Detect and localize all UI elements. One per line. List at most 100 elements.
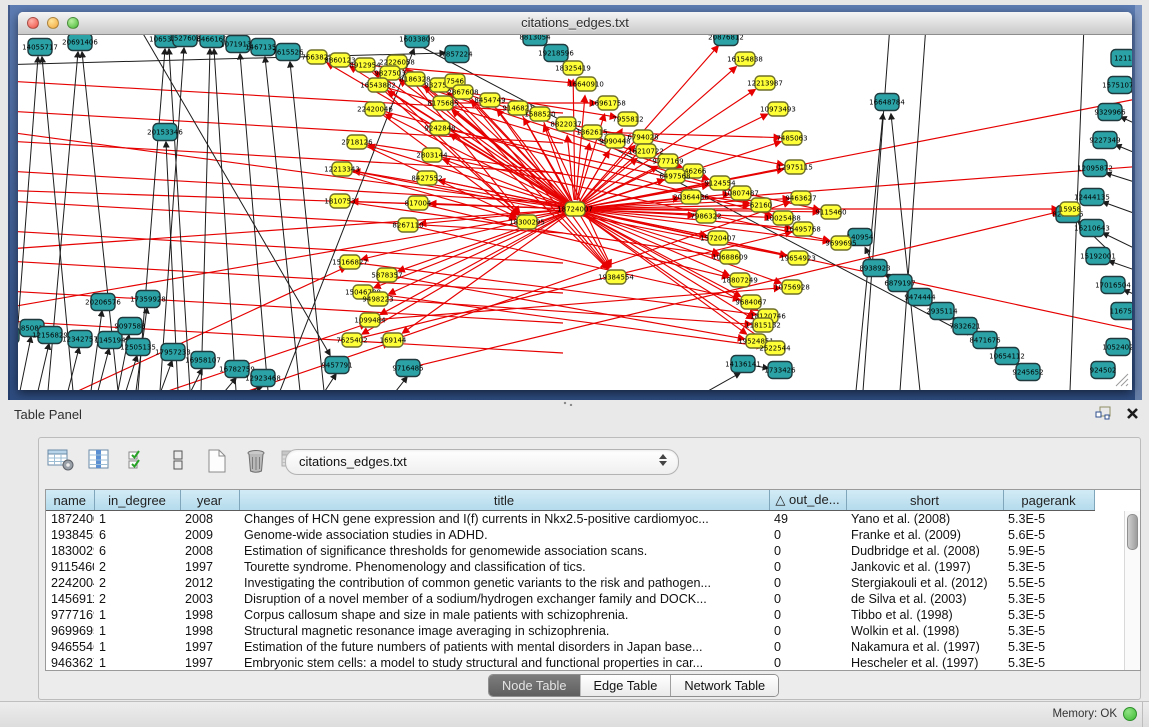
window-titlebar[interactable]: citations_edges.txt: [18, 12, 1132, 35]
table-row[interactable]: 1456911722003Disruption of a novel membe…: [46, 591, 1094, 607]
zoom-button[interactable]: [67, 17, 79, 29]
cell-pagerank[interactable]: 5.3E-5: [1003, 607, 1094, 623]
cell-name[interactable]: 9465546: [46, 639, 94, 655]
cell-pagerank[interactable]: 5.3E-5: [1003, 623, 1094, 639]
citation-edge-black[interactable]: [1116, 145, 1132, 163]
tab-node-table[interactable]: Node Table: [489, 675, 580, 696]
cell-name[interactable]: 9777169: [46, 607, 94, 623]
cell-short[interactable]: de Silva et al. (2003): [846, 591, 1003, 607]
cell-title[interactable]: Estimation of significance thresholds fo…: [239, 543, 769, 559]
column-header-in-degree[interactable]: in_degree: [94, 490, 180, 511]
citation-network-graph[interactable]: 1405571720691406106532871527602646616010…: [18, 35, 1132, 390]
table-viewport[interactable]: name in_degree year title △ out_de... sh…: [45, 489, 1141, 671]
table-vertical-scrollbar[interactable]: [1124, 511, 1140, 670]
select-rows-button[interactable]: [123, 446, 155, 474]
cell-short[interactable]: Wolkin et al. (1998): [846, 623, 1003, 639]
citation-edge-black[interactable]: [396, 377, 407, 390]
cell-short[interactable]: Hescheler et al. (1997): [846, 655, 1003, 671]
scrollbar-thumb[interactable]: [1127, 514, 1138, 550]
tab-edge-table[interactable]: Edge Table: [580, 675, 672, 696]
table-row[interactable]: 2242004622012Investigating the contribut…: [46, 575, 1094, 591]
cell-year[interactable]: 1997: [180, 559, 239, 575]
cell-title[interactable]: Investigating the contribution of common…: [239, 575, 769, 591]
table-row[interactable]: 1938455462009Genome-wide association stu…: [46, 527, 1094, 543]
cell-title[interactable]: Embryonic stem cells: a model to study s…: [239, 655, 769, 671]
cell-name[interactable]: 22420046: [46, 575, 94, 591]
cell-name[interactable]: 9699695: [46, 623, 94, 639]
cell-out_degree[interactable]: 0: [769, 639, 846, 655]
citation-edge-black[interactable]: [1106, 173, 1132, 190]
tab-network-table[interactable]: Network Table: [671, 675, 778, 696]
cell-in_degree[interactable]: 2: [94, 575, 180, 591]
cell-name[interactable]: 14569117: [46, 591, 94, 607]
column-header-year[interactable]: year: [180, 490, 239, 511]
citation-edge-black[interactable]: [225, 378, 236, 390]
cell-title[interactable]: Structural magnetic resonance image aver…: [239, 623, 769, 639]
citation-edge-black[interactable]: [708, 373, 740, 390]
cell-out_degree[interactable]: 49: [769, 511, 846, 528]
cell-title[interactable]: Corpus callosum shape and size in male p…: [239, 607, 769, 623]
cell-in_degree[interactable]: 6: [94, 527, 180, 543]
cell-title[interactable]: Changes of HCN gene expression and I(f) …: [239, 511, 769, 528]
delete-table-button[interactable]: [240, 446, 272, 474]
cell-year[interactable]: 2008: [180, 511, 239, 528]
cell-in_degree[interactable]: 6: [94, 543, 180, 559]
cell-title[interactable]: Tourette syndrome. Phenomenology and cla…: [239, 559, 769, 575]
cell-out_degree[interactable]: 0: [769, 559, 846, 575]
cell-in_degree[interactable]: 1: [94, 623, 180, 639]
cell-name[interactable]: 9463627: [46, 655, 94, 671]
cell-short[interactable]: Nakamura et al. (1997): [846, 639, 1003, 655]
citation-edge-black[interactable]: [98, 349, 109, 390]
cell-pagerank[interactable]: 5.3E-5: [1003, 591, 1094, 607]
cell-year[interactable]: 1998: [180, 607, 239, 623]
table-row[interactable]: 911546021997Tourette syndrome. Phenomeno…: [46, 559, 1094, 575]
memory-ok-indicator[interactable]: [1123, 707, 1137, 721]
cell-year[interactable]: 2012: [180, 575, 239, 591]
cell-year[interactable]: 1998: [180, 623, 239, 639]
cell-in_degree[interactable]: 1: [94, 655, 180, 671]
citation-edge-red[interactable]: [359, 263, 756, 314]
citation-edge-black[interactable]: [325, 374, 336, 390]
citation-edge-black[interactable]: [891, 114, 920, 390]
column-header-short[interactable]: short: [846, 490, 1003, 511]
citation-edge-red[interactable]: [18, 170, 563, 203]
cell-in_degree[interactable]: 2: [94, 559, 180, 575]
cell-name[interactable]: 9115460: [46, 559, 94, 575]
cell-year[interactable]: 2009: [180, 527, 239, 543]
cell-out_degree[interactable]: 0: [769, 527, 846, 543]
column-header-pagerank[interactable]: pagerank: [1003, 490, 1094, 511]
close-panel-icon[interactable]: [1126, 407, 1139, 420]
cell-short[interactable]: Franke et al. (2009): [846, 527, 1003, 543]
column-chooser-button[interactable]: [84, 446, 116, 474]
citation-edge-black[interactable]: [38, 344, 49, 390]
citation-edge-black[interactable]: [18, 57, 38, 390]
citation-edge-black[interactable]: [201, 49, 210, 390]
citation-edge-black[interactable]: [240, 54, 268, 390]
cell-pagerank[interactable]: 5.3E-5: [1003, 559, 1094, 575]
network-canvas[interactable]: 1405571720691406106532871527602646616010…: [18, 35, 1132, 390]
cell-short[interactable]: Dudbridge et al. (2008): [846, 543, 1003, 559]
cell-in_degree[interactable]: 1: [94, 639, 180, 655]
citation-edge-red[interactable]: [573, 80, 575, 200]
table-row[interactable]: 969969511998Structural magnetic resonanc…: [46, 623, 1094, 639]
cell-out_degree[interactable]: 0: [769, 655, 846, 671]
cell-out_degree[interactable]: 0: [769, 575, 846, 591]
cell-short[interactable]: Yano et al. (2008): [846, 511, 1003, 528]
close-button[interactable]: [27, 17, 39, 29]
cell-short[interactable]: Stergiakouli et al. (2012): [846, 575, 1003, 591]
citation-edge-black[interactable]: [91, 311, 102, 390]
citation-edge-black[interactable]: [214, 49, 236, 390]
cell-title[interactable]: Genome-wide association studies in ADHD.: [239, 527, 769, 543]
cell-pagerank[interactable]: 5.3E-5: [1003, 655, 1094, 671]
cell-year[interactable]: 2008: [180, 543, 239, 559]
minimize-button[interactable]: [47, 17, 59, 29]
citation-edge-black[interactable]: [1121, 117, 1132, 135]
graph-node[interactable]: [18, 327, 19, 344]
float-panel-icon[interactable]: [1095, 406, 1112, 421]
cell-in_degree[interactable]: 1: [94, 511, 180, 528]
cell-out_degree[interactable]: 0: [769, 607, 846, 623]
cell-pagerank[interactable]: 5.3E-5: [1003, 511, 1094, 528]
cell-pagerank[interactable]: 5.5E-5: [1003, 575, 1094, 591]
column-header-title[interactable]: title: [239, 490, 769, 511]
citation-edge-black[interactable]: [126, 356, 137, 390]
